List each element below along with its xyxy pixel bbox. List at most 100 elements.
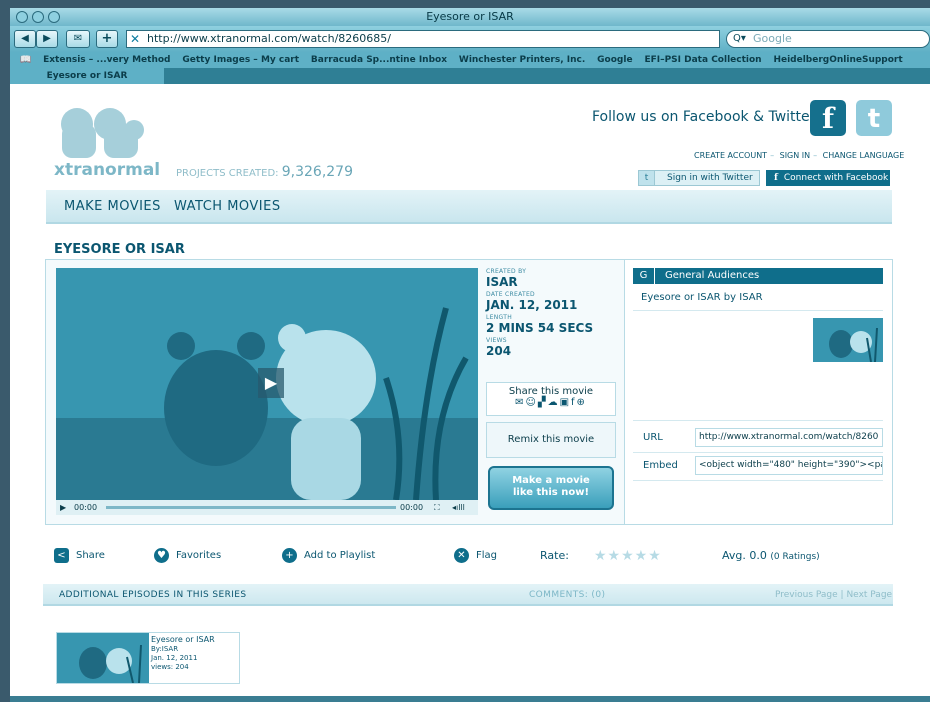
plus-circle-icon: + — [282, 547, 297, 563]
url-field[interactable]: http://www.xtranormal.com/watch/8260 — [695, 428, 883, 447]
web-page: xtranormal PROJECTS CREATED: 9,326,279 F… — [10, 84, 930, 702]
movie-thumbnail[interactable] — [813, 318, 883, 362]
playlist-label: Add to Playlist — [304, 550, 376, 561]
close-window-button[interactable] — [16, 11, 28, 23]
bookmarks-button[interactable]: ✉ — [66, 30, 90, 48]
fullscreen-icon[interactable]: ⛶ — [434, 500, 440, 515]
episode-views: views: 204 — [151, 663, 189, 671]
favorites-action[interactable]: ♥ Favorites — [154, 547, 221, 565]
remix-button[interactable]: Remix this movie — [486, 422, 616, 458]
tab-current[interactable]: Eyesore or ISAR — [10, 68, 164, 84]
bookmark-item[interactable]: Winchester Printers, Inc. — [459, 55, 585, 65]
play-button[interactable]: ▶ — [258, 368, 284, 398]
episode-details: Eyesore or ISAR By:ISAR Jan. 12, 2011 vi… — [151, 635, 215, 672]
flag-icon: ✕ — [454, 547, 469, 563]
title-bar: Eyesore or ISAR — [10, 8, 930, 26]
next-page-link[interactable]: Next Page — [846, 590, 892, 600]
minimize-window-button[interactable] — [32, 11, 44, 23]
twitter-signin-button[interactable]: t Sign in with Twitter — [638, 170, 760, 186]
views-value: 204 — [486, 344, 512, 358]
episode-title[interactable]: Eyesore or ISAR — [151, 635, 215, 644]
browser-toolbar: ◀ ▶ ✉ + ✕ http://www.xtranormal.com/watc… — [10, 26, 930, 52]
total-time: 00:00 — [400, 503, 424, 512]
episode-date: Jan. 12, 2011 — [151, 654, 198, 662]
flag-action[interactable]: ✕ Flag — [454, 547, 497, 565]
create-account-link[interactable]: CREATE ACCOUNT — [694, 151, 767, 160]
rating-name: General Audiences — [665, 270, 760, 281]
video-player[interactable]: ▶ ▶ 00:00 00:00 ⛶ ◂ılll — [56, 268, 478, 515]
embed-field[interactable]: <object width="480" height="390"><pa — [695, 456, 883, 475]
heart-icon: ♥ — [154, 547, 169, 563]
bookmark-item[interactable]: Barracuda Sp...ntine Inbox — [311, 55, 447, 65]
movie-info: CREATED BY ISAR DATE CREATED JAN. 12, 20… — [486, 268, 626, 360]
zoom-window-button[interactable] — [48, 11, 60, 23]
back-arrow-icon: ◀ — [21, 33, 29, 44]
created-by-value[interactable]: ISAR — [486, 275, 626, 289]
play-pause-icon[interactable]: ▶ — [60, 500, 66, 515]
bookmark-item[interactable]: Google — [597, 55, 632, 65]
facebook-icon[interactable]: f — [810, 100, 846, 136]
share-label: Share — [76, 550, 105, 561]
browser-window: Eyesore or ISAR ◀ ▶ ✉ + ✕ http://www.xtr… — [10, 8, 930, 702]
twitter-icon[interactable]: t — [856, 100, 892, 136]
back-button[interactable]: ◀ — [14, 30, 36, 48]
embed-label: Embed — [643, 460, 678, 471]
episode-card[interactable]: Eyesore or ISAR By:ISAR Jan. 12, 2011 vi… — [56, 632, 240, 684]
window-title: Eyesore or ISAR — [426, 10, 514, 23]
date-value: JAN. 12, 2011 — [486, 298, 578, 312]
length-value: 2 MINS 54 SECS — [486, 321, 594, 335]
url-label: URL — [643, 432, 663, 443]
share-service-icons[interactable]: ✉☺▞☁▣f⊕ — [487, 397, 615, 408]
nav-watch-movies[interactable]: WATCH MOVIES — [174, 199, 281, 214]
bookmark-item[interactable]: EFI–PSI Data Collection — [644, 55, 761, 65]
projects-count: 9,326,279 — [281, 164, 353, 180]
share-icon: < — [54, 547, 69, 563]
share-movie-label: Share this movie — [508, 386, 594, 397]
rating-stars[interactable]: ★★★★★ — [594, 547, 662, 565]
site-favicon-icon: ✕ — [130, 32, 141, 46]
bookmarks-bar: 📖 Extensis – ...very Method Getty Images… — [10, 52, 930, 68]
make-movie-line1: Make a movie — [512, 475, 590, 486]
forward-button[interactable]: ▶ — [36, 30, 58, 48]
address-bar[interactable]: ✕ http://www.xtranormal.com/watch/826068… — [126, 30, 720, 48]
add-bookmark-button[interactable]: + — [96, 30, 118, 48]
bookmark-item[interactable]: HeidelbergOnlineSupport — [773, 55, 902, 65]
facebook-connect-label: Connect with Facebook — [783, 173, 889, 183]
bookmark-item[interactable]: Extensis – ...very Method — [43, 55, 170, 65]
average-rating: Avg. 0.0 (0 Ratings) — [722, 547, 820, 566]
follow-text: Follow us on Facebook & Twitter! — [592, 109, 822, 125]
action-bar: < Share ♥ Favorites + Add to Playlist ✕ Flag… — [54, 547, 894, 567]
seek-bar[interactable] — [106, 506, 396, 509]
episode-author: By:ISAR — [151, 645, 179, 653]
twitter-signin-label: Sign in with Twitter — [667, 173, 753, 183]
address-text: http://www.xtranormal.com/watch/8260685/ — [147, 32, 391, 45]
previous-page-link[interactable]: Previous Page — [775, 590, 838, 600]
make-movie-button[interactable]: Make a movie like this now! — [488, 466, 614, 510]
avg-label: Avg. 0.0 — [722, 549, 767, 562]
make-movie-line2: like this now! — [512, 487, 590, 498]
share-action[interactable]: < Share — [54, 547, 105, 565]
main-nav: MAKE MOVIES WATCH MOVIES — [46, 190, 892, 224]
logo-text[interactable]: xtranormal — [54, 160, 160, 180]
change-language-link[interactable]: CHANGE LANGUAGE — [823, 151, 905, 160]
favorites-label: Favorites — [176, 550, 222, 561]
episode-thumbnail[interactable] — [57, 633, 149, 683]
facebook-connect-button[interactable]: f Connect with Facebook — [766, 170, 890, 186]
projects-counter: PROJECTS CREATED: 9,326,279 — [176, 164, 353, 180]
search-field[interactable]: Q▾ Google — [726, 30, 930, 48]
comments-count[interactable]: COMMENTS: (0) — [529, 584, 605, 606]
add-to-playlist-action[interactable]: + Add to Playlist — [282, 547, 375, 565]
facebook-small-icon: f — [774, 173, 778, 183]
bookmarks-book-icon[interactable]: 📖 — [20, 55, 31, 65]
panel-movie-title[interactable]: Eyesore or ISAR by ISAR — [641, 292, 763, 303]
search-icon: Q▾ — [733, 33, 746, 44]
rate-label: Rate: — [540, 549, 569, 562]
projects-label: PROJECTS CREATED: — [176, 168, 279, 179]
volume-icon[interactable]: ◂ılll — [452, 500, 465, 515]
audience-rating-bar: G General Audiences — [633, 268, 883, 284]
sign-in-link[interactable]: SIGN IN — [780, 151, 811, 160]
bookmark-item[interactable]: Getty Images – My cart — [182, 55, 299, 65]
page-bottom-border — [10, 696, 930, 702]
account-links: CREATE ACCOUNT – SIGN IN – CHANGE LANGUAGE — [694, 151, 905, 160]
nav-make-movies[interactable]: MAKE MOVIES — [64, 199, 161, 214]
